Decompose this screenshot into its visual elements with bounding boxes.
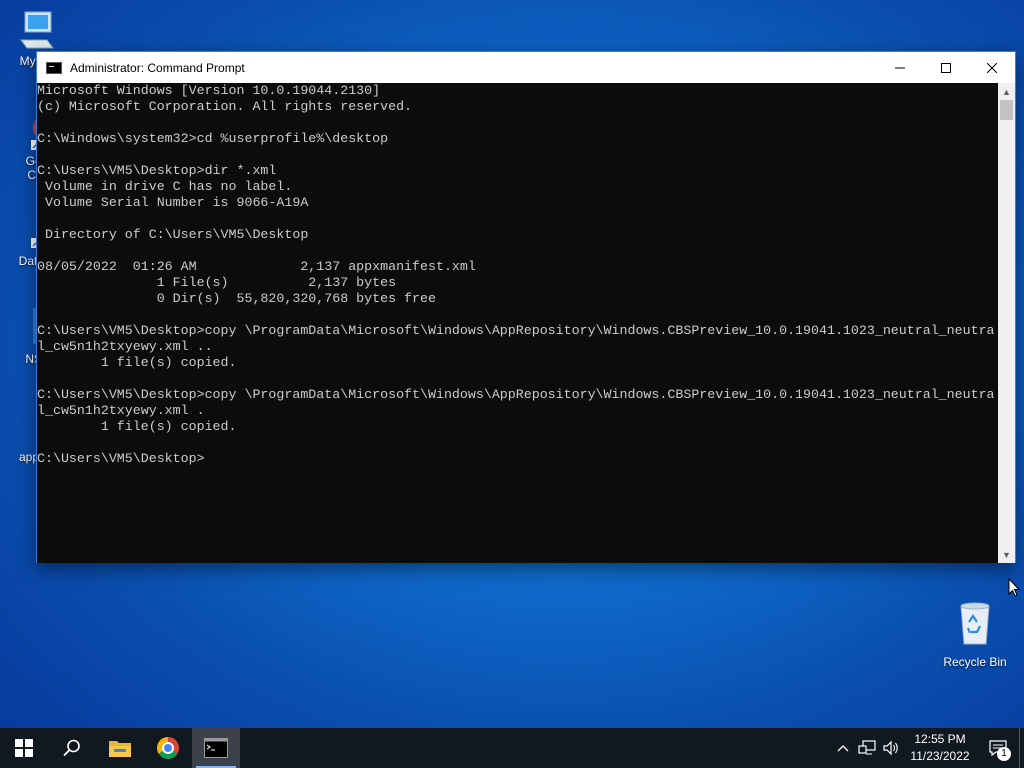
- computer-icon: [17, 8, 57, 52]
- search-icon: [63, 739, 80, 757]
- console-line: (c) Microsoft Corporation. All rights re…: [37, 99, 413, 114]
- folder-icon: [109, 741, 131, 757]
- chrome-button[interactable]: [144, 728, 192, 768]
- command-prompt-button[interactable]: [192, 728, 240, 768]
- console-line: C:\Users\VM5\Desktop>copy \ProgramData\M…: [37, 387, 995, 402]
- window-titlebar[interactable]: Administrator: Command Prompt: [37, 52, 1015, 83]
- console-line: 1 file(s) copied.: [37, 355, 237, 370]
- action-center-button[interactable]: 1: [977, 728, 1019, 768]
- scroll-down-arrow-icon[interactable]: ▼: [998, 546, 1015, 563]
- console-line: 0 Dir(s) 55,820,320,768 bytes free: [37, 291, 436, 306]
- console-line: 08/05/2022 01:26 AM 2,137 appxmanifest.x…: [37, 259, 476, 274]
- search-button[interactable]: [48, 728, 96, 768]
- console-line: Microsoft Windows [Version 10.0.19044.21…: [37, 83, 381, 98]
- close-button[interactable]: [969, 52, 1015, 83]
- volume-icon[interactable]: [879, 728, 903, 768]
- window-title: Administrator: Command Prompt: [70, 60, 245, 75]
- show-hidden-icons-chevron-icon[interactable]: [831, 728, 855, 768]
- console-output[interactable]: Microsoft Windows [Version 10.0.19044.21…: [37, 83, 998, 563]
- console-line: l_cw5n1h2txyewy.xml .: [37, 403, 205, 418]
- minimize-button[interactable]: [877, 52, 923, 83]
- clock-date: 11/23/2022: [910, 749, 970, 763]
- console-line: 1 File(s) 2,137 bytes: [37, 275, 397, 290]
- windows-logo-icon: [15, 739, 33, 757]
- vertical-scrollbar[interactable]: ▲ ▼: [998, 83, 1015, 563]
- console-line: Volume in drive C has no label.: [37, 179, 293, 194]
- minimize-icon: [895, 67, 905, 68]
- network-icon[interactable]: [855, 728, 879, 768]
- file-explorer-button[interactable]: [96, 728, 144, 768]
- console-line: C:\Users\VM5\Desktop>copy \ProgramData\M…: [37, 323, 995, 338]
- maximize-button[interactable]: [923, 52, 969, 83]
- console-line: C:\Users\VM5\Desktop>dir *.xml: [37, 163, 277, 178]
- recycle-bin-icon: [960, 602, 990, 645]
- clock-time: 12:55 PM: [914, 732, 966, 746]
- console-line: C:\Windows\system32>cd %userprofile%\des…: [37, 131, 389, 146]
- scroll-up-arrow-icon[interactable]: ▲: [998, 83, 1015, 100]
- console-line: 1 file(s) copied.: [37, 419, 237, 434]
- maximize-icon: [941, 62, 951, 73]
- taskbar: 12:55 PM 11/23/2022 1: [0, 728, 1024, 768]
- console-line: Volume Serial Number is 9066-A19A: [37, 195, 309, 210]
- console-line: l_cw5n1h2txyewy.xml ..: [37, 339, 213, 354]
- chrome-icon: [157, 737, 179, 759]
- taskbar-clock[interactable]: 12:55 PM 11/23/2022: [903, 731, 977, 765]
- scrollbar-thumb[interactable]: [1000, 100, 1013, 120]
- start-button[interactable]: [0, 728, 48, 768]
- cmd-icon: [204, 738, 228, 758]
- close-icon: [987, 62, 997, 73]
- console-line: C:\Users\VM5\Desktop>: [37, 451, 205, 466]
- mouse-cursor-icon: [1008, 578, 1020, 597]
- command-prompt-window[interactable]: Administrator: Command Prompt Microsoft …: [36, 51, 1016, 563]
- recycle-bin-label: Recycle Bin: [943, 655, 1007, 669]
- desktop-icon-recycle-bin[interactable]: Recycle Bin: [938, 600, 1012, 669]
- system-tray: 12:55 PM 11/23/2022 1: [831, 728, 1024, 768]
- notification-count-badge: 1: [997, 747, 1011, 761]
- console-line: Directory of C:\Users\VM5\Desktop: [37, 227, 309, 242]
- cmd-app-icon[interactable]: [46, 61, 62, 74]
- show-desktop-button[interactable]: [1019, 728, 1024, 768]
